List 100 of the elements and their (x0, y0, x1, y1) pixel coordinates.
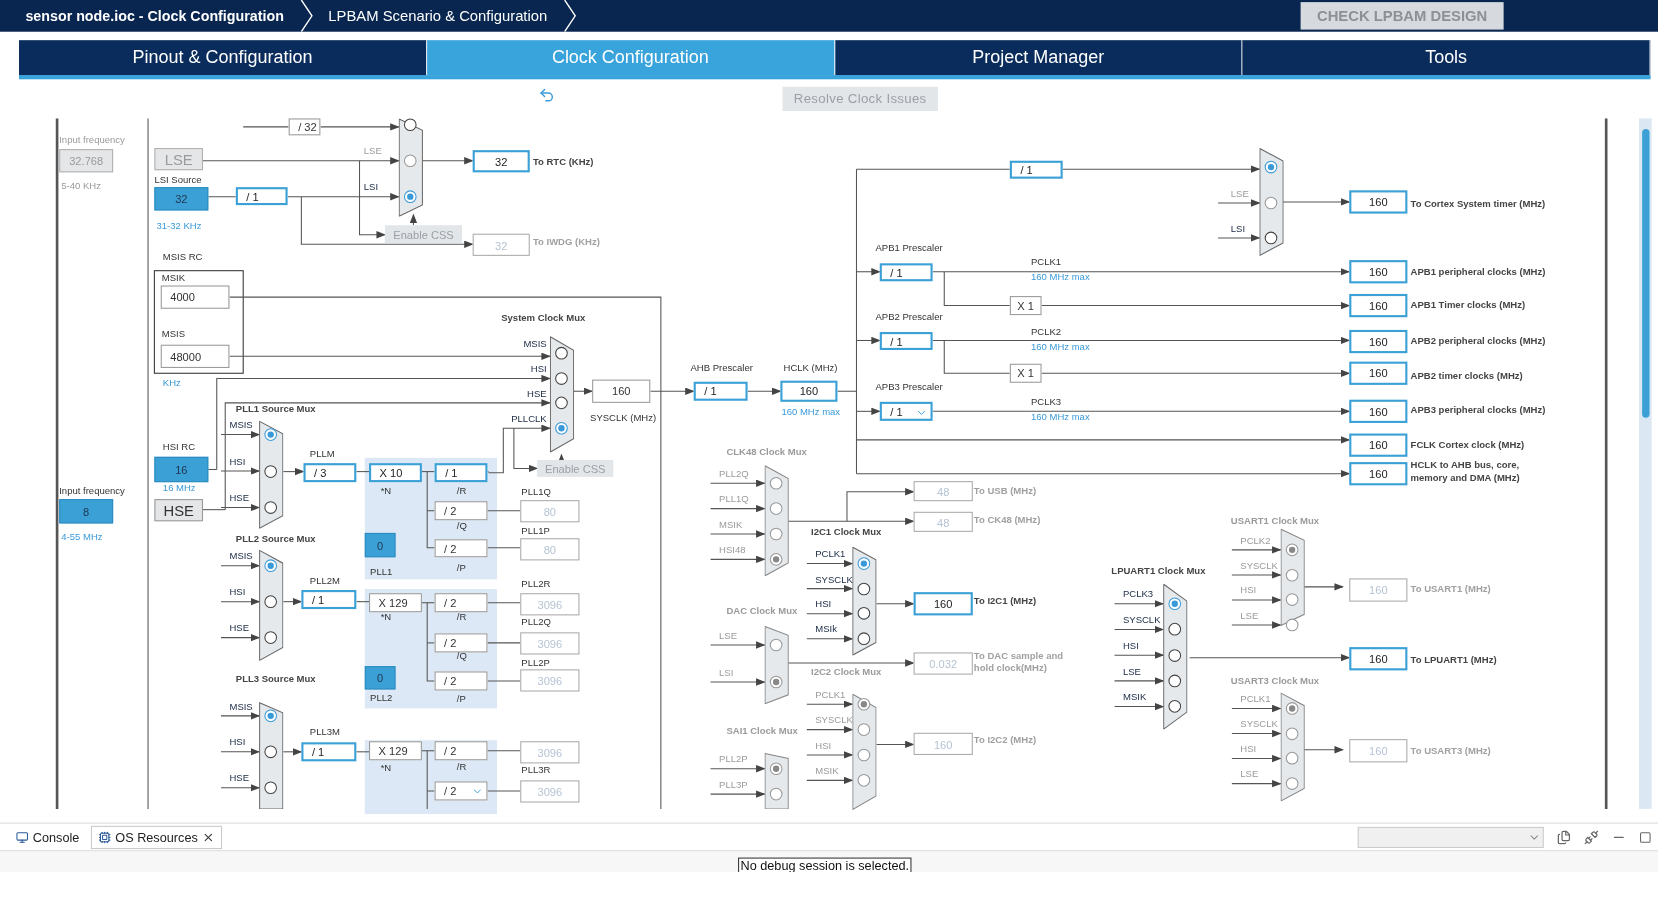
value-field[interactable]: 160 (1349, 293, 1408, 318)
diagram-label: PLLM (309, 447, 335, 460)
diagram-label: HCLK to AHB bus, core, memory and DMA (MHz) (1410, 458, 1521, 485)
value-field[interactable]: / 3 (303, 463, 357, 483)
diagram-label: Input frequency (59, 133, 125, 146)
diagram-label: To USART3 (MHz) (1410, 744, 1491, 758)
diagram-label: To USB (MHz) (973, 484, 1037, 497)
value-select[interactable]: / 2 (434, 781, 488, 801)
diagram-label: *N (380, 484, 392, 497)
diagram-label: MSIK (161, 271, 186, 285)
scrollbar-thumb[interactable] (1642, 129, 1650, 418)
value-field[interactable]: 160 (1349, 190, 1408, 214)
mux-input-label: HSI (229, 736, 246, 749)
value-select[interactable]: / 1 (879, 401, 933, 421)
diagram-label: APB2 Prescaler (875, 310, 943, 324)
mux-input-label: SYSCLK (1122, 613, 1161, 627)
value-field[interactable]: 0 (364, 666, 396, 690)
diagram-label: SYSCLK (MHz) (590, 411, 657, 424)
value-field[interactable]: X 1 (1009, 296, 1042, 316)
value-field[interactable]: / 1 (301, 742, 357, 762)
diagram-label: Input frequency (59, 484, 125, 497)
mux-title: PLL1 Source Mux (235, 403, 316, 415)
panel-tab[interactable]: OS Resources (90, 825, 223, 849)
breadcrumb[interactable]: LPBAM Scenario & Configuration (328, 7, 548, 25)
diagram-label: 160 MHz max (1030, 410, 1090, 423)
plug-icon[interactable] (1584, 829, 1599, 845)
tab[interactable]: Pinout & Configuration (19, 40, 427, 76)
breadcrumb[interactable]: sensor node.ioc - Clock Configuration (25, 7, 284, 24)
mux-input-label: HSI (815, 739, 832, 752)
tab[interactable]: Project Manager (834, 40, 1243, 76)
value-field[interactable]: X 129 (369, 741, 422, 761)
value-field[interactable]: / 1 (434, 463, 488, 483)
value-field[interactable]: / 1 (235, 187, 288, 206)
value-field[interactable]: X 10 (369, 463, 422, 483)
value-field[interactable]: 48000 (160, 344, 230, 368)
value-field[interactable]: / 1 (879, 332, 933, 350)
value-field[interactable]: 4000 (160, 285, 230, 309)
value-field[interactable]: / 2 (434, 633, 488, 653)
value-field[interactable]: 0 (364, 532, 396, 558)
mux-input-label: MSIS (229, 418, 253, 432)
diagram-label: MSIS RC (162, 250, 203, 264)
document-icon[interactable] (1556, 829, 1572, 845)
diagram-label: To DAC sample and hold clock(MHz) (973, 649, 1065, 675)
value-field[interactable]: / 1 (301, 590, 357, 610)
tab[interactable]: Tools (1242, 40, 1651, 76)
mux-input-label: PLL3P (719, 778, 748, 791)
diagram-label: APB2 peripheral clocks (MHz) (1410, 334, 1546, 347)
diagram-label: 16 MHz (162, 481, 196, 494)
console-icon (15, 830, 29, 844)
value-field[interactable]: 16 (154, 456, 209, 483)
mux-title: CLK48 Clock Mux (726, 446, 807, 457)
value-field[interactable]: 160 (1349, 647, 1408, 671)
mux-input-label: HSI (1240, 584, 1257, 597)
diagram-label: *N (380, 610, 392, 623)
scrollbar[interactable] (1638, 118, 1652, 809)
value-field[interactable]: / 1 (1009, 160, 1063, 179)
mux-title: USART1 Clock Mux (1230, 516, 1320, 527)
value-field[interactable]: 160 (1349, 329, 1408, 354)
source-block[interactable]: HSE (154, 499, 203, 522)
mux-title: DAC Clock Mux (726, 605, 798, 617)
diagram-label: HCLK (MHz) (783, 361, 838, 375)
value-field[interactable]: 32 (472, 150, 530, 173)
value-field[interactable]: / 2 (434, 593, 488, 613)
mux-input-label: LSE (1122, 665, 1141, 678)
status-message: No debug session is selected. (738, 857, 912, 872)
value-field[interactable]: / 32 (288, 118, 321, 136)
mux-input-label: HSI (1122, 639, 1139, 652)
value-field[interactable]: 160 (1349, 361, 1408, 385)
diagram-label: 160 MHz max (1030, 340, 1090, 354)
value-field[interactable]: / 2 (434, 539, 488, 558)
diagram-label: PLL2R (521, 577, 551, 591)
mux-input-label: HSE (229, 621, 250, 635)
value-field[interactable]: 160 (592, 379, 651, 403)
value-field[interactable]: 160 (1349, 462, 1408, 486)
value-field[interactable]: / 1 (693, 381, 748, 401)
panel-tab[interactable]: Console (8, 825, 87, 849)
value-field[interactable]: X 1 (1009, 363, 1042, 383)
maximize-icon[interactable] (1638, 830, 1652, 844)
value-field[interactable]: 160 (1349, 433, 1408, 457)
mux-title: I2C2 Clock Mux (811, 666, 882, 677)
value-field[interactable]: / 2 (434, 741, 488, 761)
value-field[interactable]: 32 (154, 187, 209, 211)
value-field[interactable]: 8 (59, 499, 114, 524)
diagram-label: PCLK2 (1030, 325, 1062, 339)
mux-input-label: HSI (815, 597, 832, 611)
value-field[interactable]: 160 (780, 380, 838, 402)
undo-icon[interactable] (538, 86, 556, 104)
value-field[interactable]: X 129 (369, 593, 422, 613)
value-field[interactable]: 160 (913, 592, 973, 616)
mux-input-label: LSE (1240, 767, 1259, 781)
diagram-label: PLL2M (309, 574, 340, 587)
diagram-label: APB2 timer clocks (MHz) (1410, 369, 1523, 382)
diagram-label: 31-32 KHz (156, 220, 202, 233)
value-field[interactable]: 160 (1349, 399, 1408, 423)
value-field[interactable]: / 1 (879, 263, 933, 282)
value-field[interactable]: 160 (1349, 260, 1408, 284)
mux-title: System Clock Mux (501, 313, 586, 324)
value-field[interactable]: / 2 (434, 671, 488, 691)
mux-input-label: SYSCLK (815, 572, 853, 586)
value-field[interactable]: / 2 (434, 501, 488, 521)
